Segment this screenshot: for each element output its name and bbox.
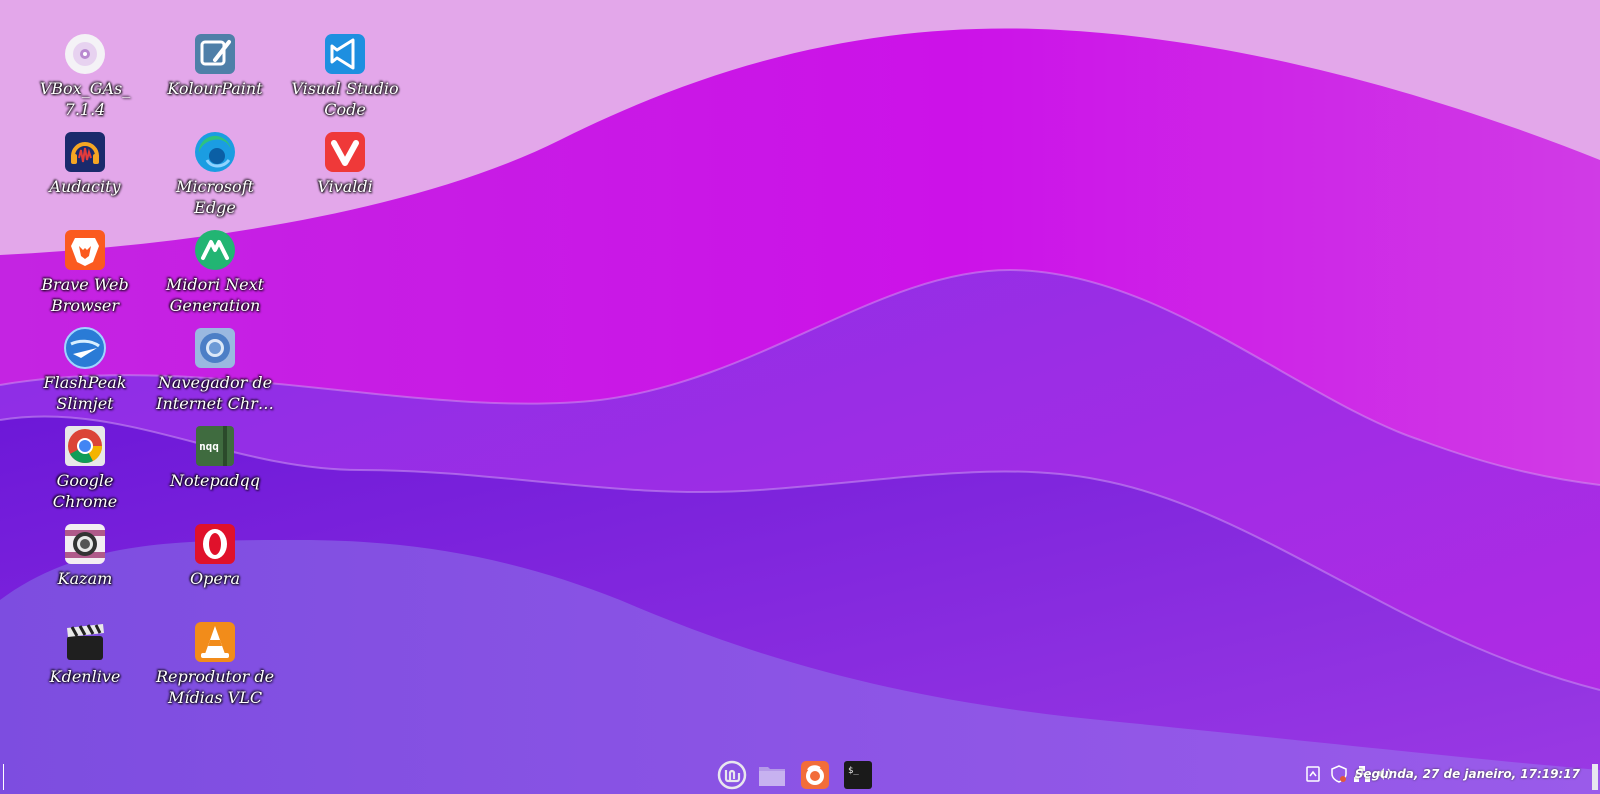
chrome-icon xyxy=(63,424,107,468)
desktop-icon-label: Visual Studio Code xyxy=(291,79,399,119)
kdenlive-icon xyxy=(63,620,107,664)
taskbar-clock[interactable]: Segunda, 27 de janeiro, 17:19:17 xyxy=(1355,767,1580,781)
taskbar-files-button[interactable] xyxy=(756,761,788,793)
desktop-icon-label: Midori Next Generation xyxy=(165,275,265,315)
desktop-icon-notepadqq[interactable]: nqq Notepadqq xyxy=(155,424,275,520)
desktop-icon-label: FlashPeak Slimjet xyxy=(43,373,127,413)
notes-icon xyxy=(1304,765,1322,787)
midori-icon xyxy=(193,228,237,272)
desktop-icon-vbox[interactable]: VBox_GAs_ 7.1.4 xyxy=(25,32,145,128)
terminal-icon: $_ xyxy=(843,760,873,794)
desktop-icon-slimjet[interactable]: FlashPeak Slimjet xyxy=(25,326,145,422)
desktop-icon-label: Navegador de Internet Chr… xyxy=(156,373,274,413)
tray-notes[interactable] xyxy=(1303,766,1323,786)
desktop-icon-kolourpaint[interactable]: KolourPaint xyxy=(155,32,275,128)
desktop-icon-label: Kdenlive xyxy=(49,667,121,686)
slimjet-icon xyxy=(63,326,107,370)
desktop-icon-label: Reprodutor de Mídias VLC xyxy=(155,667,275,707)
desktop-icon-chromium[interactable]: Navegador de Internet Chr… xyxy=(155,326,275,422)
taskbar-terminal-button[interactable]: $_ xyxy=(842,761,874,793)
desktop-icon-midori[interactable]: Midori Next Generation xyxy=(155,228,275,324)
desktop-icon-opera[interactable]: Opera xyxy=(155,522,275,618)
desktop-icon-label: Kazam xyxy=(57,569,113,588)
desktop-icon-label: Brave Web Browser xyxy=(41,275,129,315)
desktop-icon-kazam[interactable]: Kazam xyxy=(25,522,145,618)
edge-icon xyxy=(193,130,237,174)
folder-icon xyxy=(757,760,787,794)
desktop-icon-label: Notepadqq xyxy=(169,471,261,490)
panel-edge-left xyxy=(3,764,4,790)
taskbar: $_ Segunda, 27 de janeiro, 17:19:17 xyxy=(0,758,1600,794)
vscode-icon xyxy=(323,32,367,76)
cd-icon xyxy=(63,32,107,76)
desktop-icon-kdenlive[interactable]: Kdenlive xyxy=(25,620,145,716)
vivaldi-icon xyxy=(323,130,367,174)
kazam-icon xyxy=(63,522,107,566)
vlc-icon xyxy=(193,620,237,664)
desktop-icon-label: Audacity xyxy=(49,177,121,196)
desktop-icon-audacity[interactable]: Audacity xyxy=(25,130,145,226)
shield-icon xyxy=(1330,765,1348,787)
chromium-icon xyxy=(193,326,237,370)
show-desktop-button[interactable] xyxy=(1592,764,1598,790)
terminal-glyph: $_ xyxy=(848,766,859,776)
firefox-icon xyxy=(800,760,830,794)
desktop-icon-label: VBox_GAs_ 7.1.4 xyxy=(39,79,131,119)
brave-icon xyxy=(63,228,107,272)
desktop-icon-label: Google Chrome xyxy=(52,471,118,511)
desktop-icon-label: Opera xyxy=(189,569,240,588)
taskbar-firefox-button[interactable] xyxy=(799,761,831,793)
desktop-icon-label: Microsoft Edge xyxy=(176,177,254,217)
desktop-icon-chrome[interactable]: Google Chrome xyxy=(25,424,145,520)
tray-update-manager[interactable] xyxy=(1329,765,1349,787)
desktop-icon-vscode[interactable]: Visual Studio Code xyxy=(285,32,405,128)
desktop-icon-label: Vivaldi xyxy=(317,177,373,196)
taskbar-menu-button[interactable] xyxy=(716,760,748,794)
audacity-icon xyxy=(63,130,107,174)
kolourpaint-icon xyxy=(193,32,237,76)
opera-icon xyxy=(193,522,237,566)
desktop-icon-label: KolourPaint xyxy=(167,79,263,98)
notepadqq-icon: nqq xyxy=(193,424,237,468)
mint-menu-icon xyxy=(717,760,747,794)
desktop-icon-vivaldi[interactable]: Vivaldi xyxy=(285,130,405,226)
desktop-icon-vlc[interactable]: Reprodutor de Mídias VLC xyxy=(155,620,275,716)
desktop-icon-brave[interactable]: Brave Web Browser xyxy=(25,228,145,324)
desktop-icon-edge[interactable]: Microsoft Edge xyxy=(155,130,275,226)
svg-text:nqq: nqq xyxy=(199,440,219,453)
